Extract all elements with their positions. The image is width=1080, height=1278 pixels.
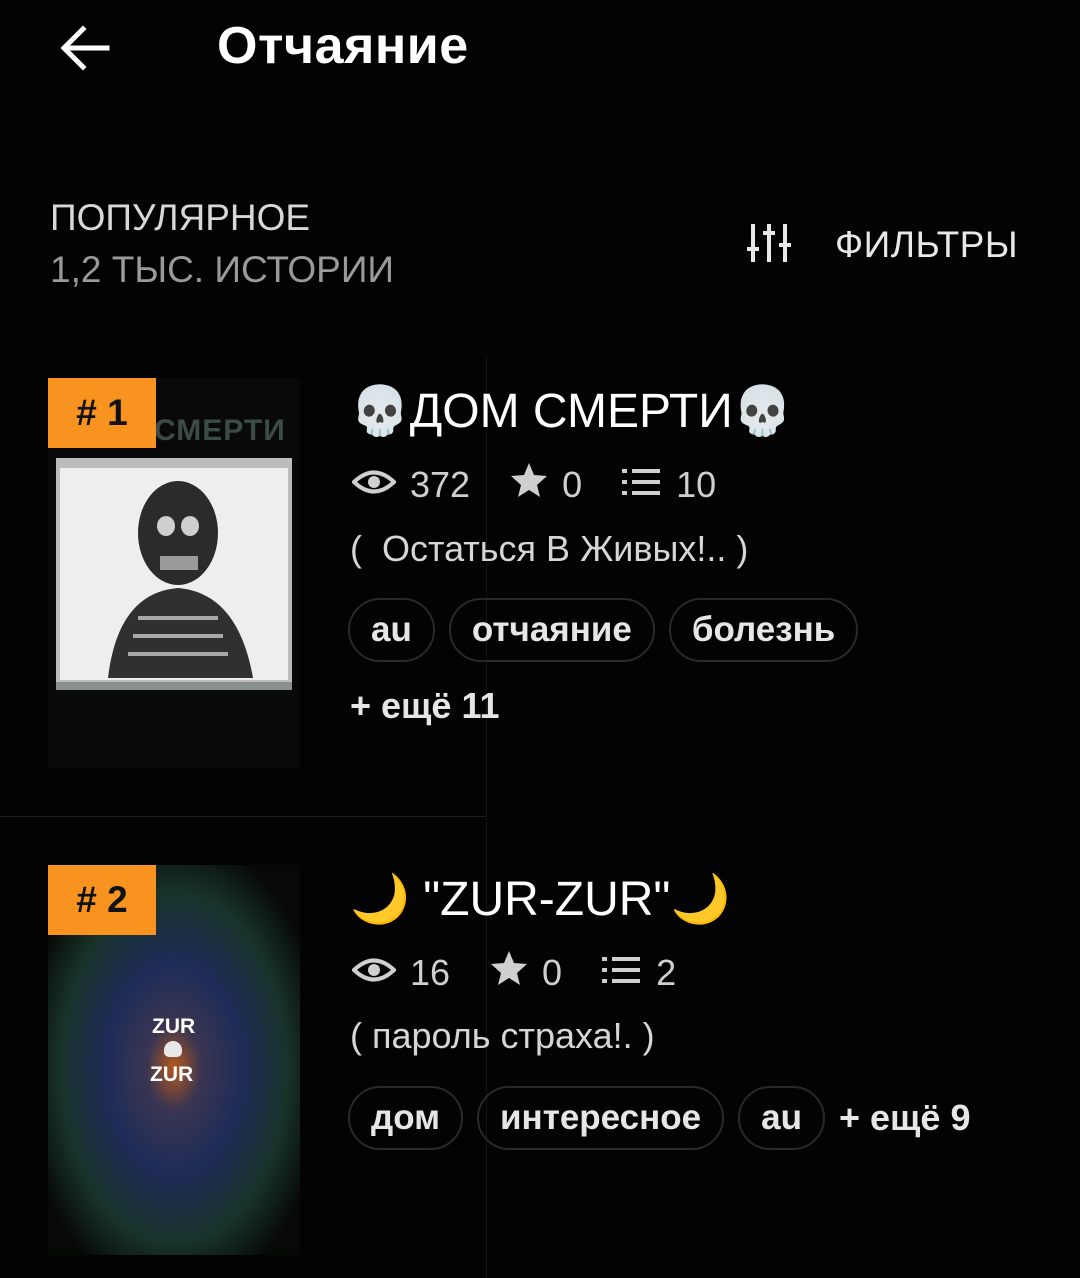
more-tags-link[interactable]: + ещё 9 (839, 1097, 970, 1139)
tag-chip[interactable]: au (738, 1086, 825, 1150)
divider (0, 816, 486, 817)
votes-count: 0 (542, 951, 563, 993)
top-bar: Отчаяние (0, 0, 1080, 100)
tag-list: au отчаяние болезнь (348, 598, 872, 662)
star-icon (510, 462, 562, 507)
views-count: 372 (410, 463, 471, 505)
eye-icon (351, 952, 410, 994)
cover-title: ZUR (152, 1015, 196, 1038)
story-title[interactable]: 🌙 "ZUR-ZUR"🌙 (350, 870, 730, 927)
filters-label: ФИЛЬТРЫ (835, 224, 1019, 265)
section-label: ПОПУЛЯРНОЕ (50, 197, 311, 238)
tag-chip[interactable]: интересное (477, 1086, 725, 1150)
back-arrow-icon[interactable] (55, 18, 115, 78)
story-count: 1,2 ТЫС. ИСТОРИИ (50, 249, 395, 290)
cover-title: ZUR (150, 1063, 194, 1086)
list-icon (622, 464, 676, 506)
star-icon (490, 950, 542, 995)
views-stat: 16 (351, 951, 451, 994)
tag-chip[interactable]: au (348, 598, 435, 662)
tag-chip[interactable]: отчаяние (448, 598, 655, 662)
tag-chip[interactable]: болезнь (668, 598, 859, 662)
skull-icon (164, 1041, 182, 1057)
rank-badge: # 1 (48, 378, 156, 448)
eye-icon (351, 464, 410, 506)
section-header: ПОПУЛЯРНОЕ 1,2 ТЫС. ИСТОРИИ (50, 196, 394, 296)
parts-count: 10 (676, 463, 717, 505)
more-tags-link[interactable]: + ещё 11 (350, 685, 500, 727)
parts-stat: 2 (602, 952, 676, 994)
rank-badge: # 2 (48, 865, 156, 935)
votes-stat: 0 (490, 950, 562, 995)
story-stats: 16 0 2 (351, 950, 716, 995)
votes-count: 0 (562, 463, 583, 505)
filters-button[interactable]: ФИЛЬТРЫ (745, 220, 1018, 270)
views-count: 16 (410, 951, 451, 993)
story-title[interactable]: 💀ДОМ СМЕРТИ💀 (350, 382, 793, 439)
votes-stat: 0 (510, 462, 582, 507)
page-title: Отчаяние (217, 17, 469, 75)
story-description: ( пароль страха!. ) (350, 1015, 655, 1056)
sliders-icon (745, 221, 793, 270)
parts-stat: 10 (622, 464, 716, 506)
story-stats: 372 0 10 (351, 462, 756, 507)
tag-chip[interactable]: дом (348, 1086, 464, 1150)
views-stat: 372 (351, 463, 471, 506)
list-icon (602, 952, 656, 994)
parts-count: 2 (656, 951, 677, 993)
cover-title: СМЕРТИ (154, 414, 286, 447)
tag-list: дом интересное au + ещё 9 (348, 1086, 970, 1150)
story-description: ( Остаться В Живых!.. ) (350, 528, 749, 569)
